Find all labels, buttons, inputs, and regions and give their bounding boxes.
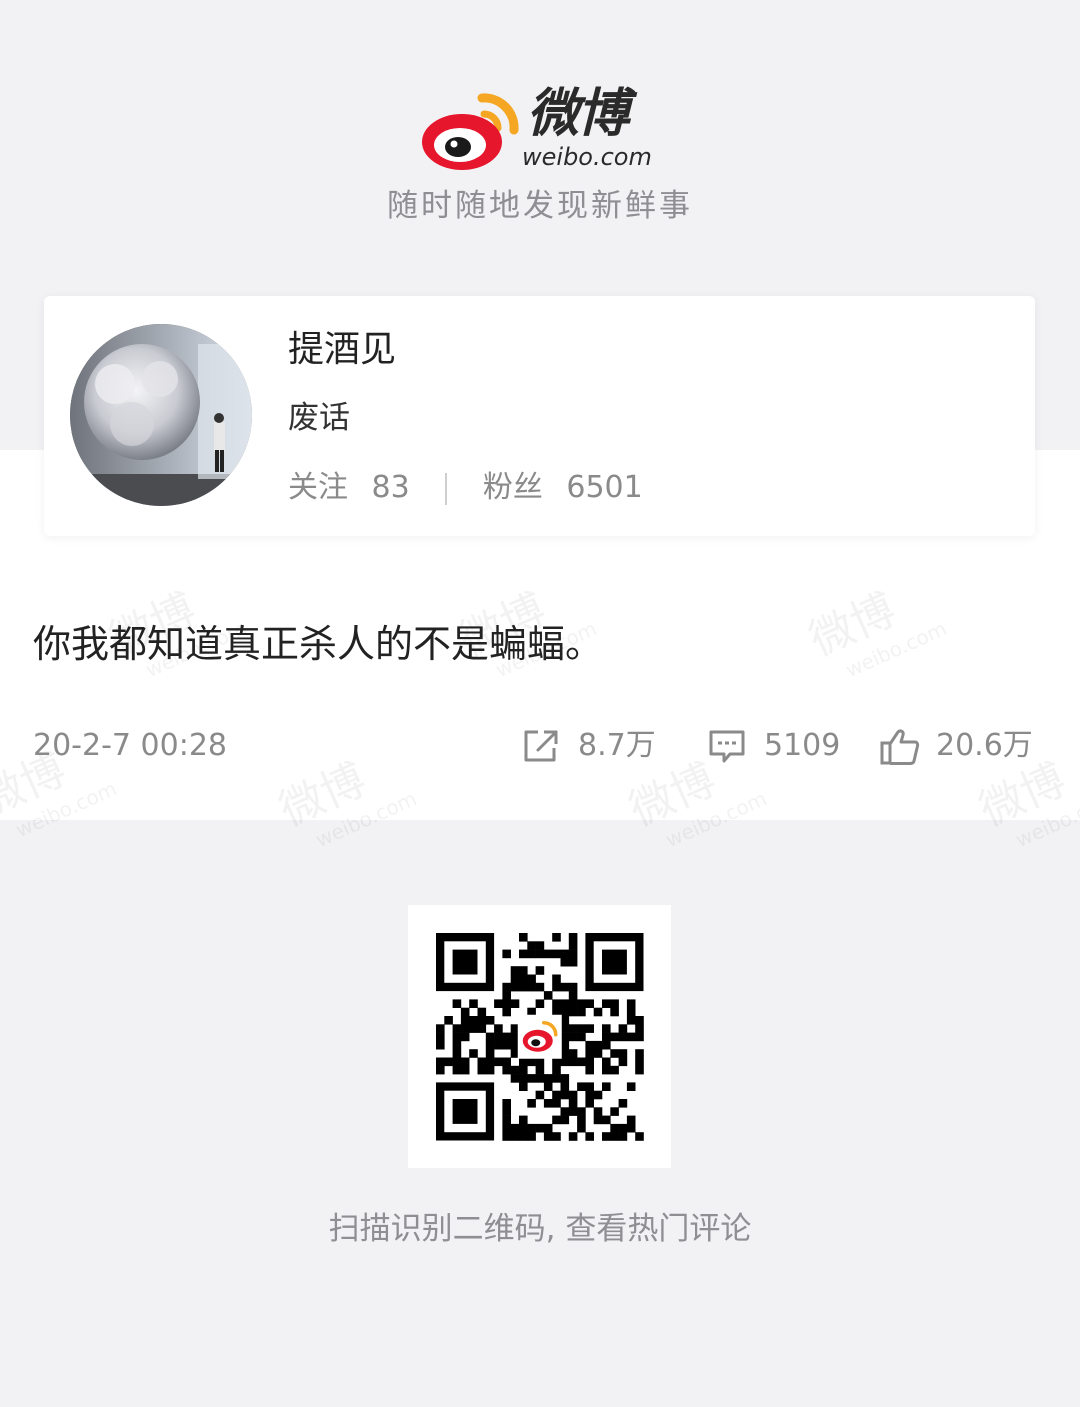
repost-count: 8.7万 (578, 728, 656, 763)
weibo-eye-icon (422, 93, 519, 170)
followers-label: 粉丝 (482, 470, 543, 505)
thumbs-up-icon (880, 729, 920, 765)
comment-icon (709, 730, 745, 763)
avatar[interactable] (70, 324, 252, 506)
username[interactable]: 提酒见 (288, 326, 396, 374)
comment-button[interactable]: 5109 (708, 724, 858, 768)
avatar-image (70, 324, 252, 506)
qr-caption: 扫描识别二维码, 查看热门评论 (328, 1211, 752, 1247)
stat-divider (445, 472, 448, 505)
logo-text-cn: 微博 (527, 83, 629, 144)
logo-text-en: weibo.com (522, 143, 652, 171)
like-button[interactable]: 20.6万 (880, 724, 1050, 768)
weibo-logo: 微博 weibo.com (0, 84, 1080, 184)
following-count: 83 (371, 470, 410, 505)
like-count: 20.6万 (936, 728, 1033, 763)
followers-count: 6501 (566, 470, 643, 505)
profile-stats: 关注 83 粉丝 6501 (288, 466, 643, 510)
qr-code[interactable] (408, 905, 671, 1168)
slogan: 随时随地发现新鲜事 (387, 188, 693, 224)
comment-count: 5109 (764, 728, 841, 763)
user-bio: 废话 (288, 400, 350, 436)
qr-code-image (436, 933, 644, 1141)
post-text: 你我都知道真正杀人的不是蝙蝠。 (33, 622, 604, 666)
repost-button[interactable]: 8.7万 (522, 724, 682, 768)
share-icon (524, 730, 558, 762)
post-timestamp: 20-2-7 00:28 (33, 728, 227, 763)
following-label: 关注 (288, 470, 348, 505)
share-page: 微博 weibo.com 随时随地发现新鲜事 微博weibo.com 微博wei… (0, 0, 1080, 1407)
profile-card[interactable]: 提酒见 废话 关注 83 粉丝 6501 (44, 296, 1035, 536)
